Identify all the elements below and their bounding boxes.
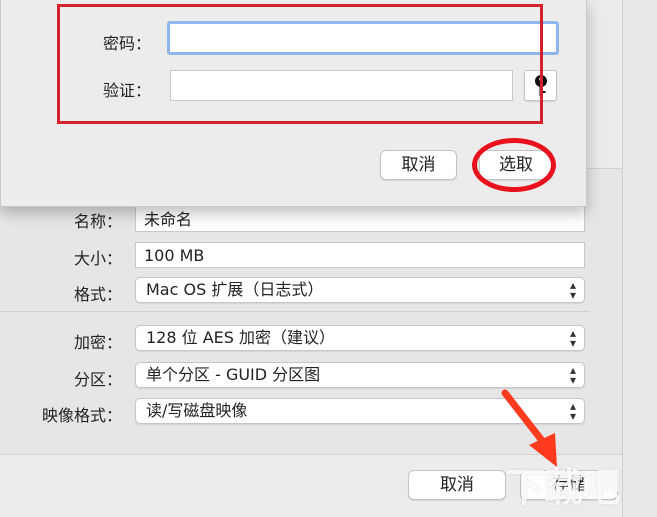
window-edge xyxy=(622,0,657,517)
encryption-value: 128 位 AES 加密（建议） xyxy=(146,328,336,347)
image-format-label: 映像格式： xyxy=(41,406,122,425)
chevron-updown-icon: ▴ ▾ xyxy=(569,278,577,302)
encryption-label: 加密： xyxy=(73,333,122,352)
size-field[interactable]: 100 MB xyxy=(135,242,585,268)
highlight-circle xyxy=(472,138,556,192)
format-label: 格式： xyxy=(73,285,122,304)
highlight-box xyxy=(57,4,543,124)
name-field[interactable]: 未命名 xyxy=(135,206,585,232)
encryption-popup[interactable]: 128 位 AES 加密（建议） ▴ ▾ xyxy=(135,325,585,351)
cancel-button[interactable]: 取消 xyxy=(408,470,506,500)
sheet-cancel-button[interactable]: 取消 xyxy=(380,150,457,180)
image-format-value: 读/写磁盘映像 xyxy=(146,401,248,420)
divider xyxy=(0,311,590,312)
partition-value: 单个分区 - GUID 分区图 xyxy=(146,365,321,384)
partition-label: 分区： xyxy=(73,370,122,389)
chevron-updown-icon: ▴ ▾ xyxy=(569,399,577,423)
watermark-logo: 下载吧 xyxy=(505,465,621,511)
chevron-updown-icon: ▴ ▾ xyxy=(569,326,577,350)
name-label: 名称： xyxy=(73,212,122,231)
chevron-updown-icon: ▴ ▾ xyxy=(569,363,577,387)
format-value: Mac OS 扩展（日志式） xyxy=(146,280,324,299)
size-label: 大小： xyxy=(73,249,122,268)
format-popup[interactable]: Mac OS 扩展（日志式） ▴ ▾ xyxy=(135,277,585,303)
